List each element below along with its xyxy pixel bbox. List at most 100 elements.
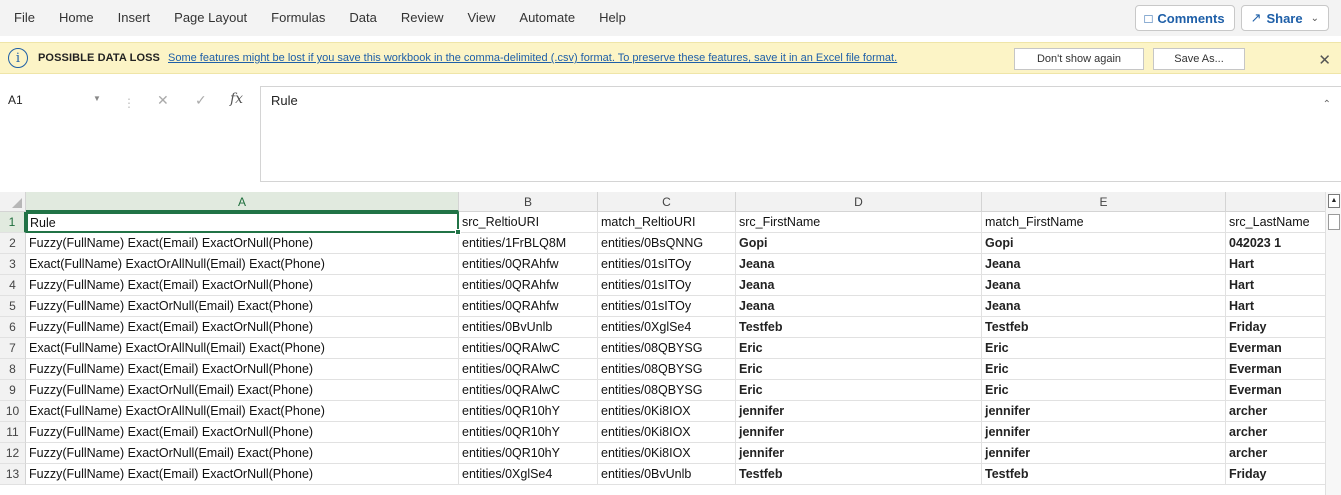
menu-formulas[interactable]: Formulas bbox=[259, 0, 337, 36]
table-cell[interactable]: Eric bbox=[982, 380, 1226, 401]
table-cell[interactable]: Jeana bbox=[736, 254, 982, 275]
table-cell[interactable]: 042023 1 bbox=[1226, 233, 1326, 254]
table-cell[interactable]: entities/0Ki8IOX bbox=[598, 443, 736, 464]
table-cell[interactable]: Everman bbox=[1226, 359, 1326, 380]
table-cell[interactable]: Jeana bbox=[982, 296, 1226, 317]
table-cell[interactable]: entities/0BvUnlb bbox=[459, 317, 598, 338]
message-link-text[interactable]: Some features might be lost if you save … bbox=[168, 52, 897, 64]
formula-input[interactable]: Rule ⌃ bbox=[260, 86, 1341, 182]
row-header[interactable]: 8 bbox=[0, 359, 26, 380]
table-cell[interactable]: Everman bbox=[1226, 380, 1326, 401]
table-cell[interactable]: entities/0QRAlwC bbox=[459, 338, 598, 359]
header-cell[interactable]: src_ReltioURI bbox=[459, 212, 598, 233]
table-cell[interactable]: Testfeb bbox=[736, 464, 982, 485]
table-cell[interactable]: Fuzzy(FullName) ExactOrNull(Email) Exact… bbox=[26, 380, 459, 401]
table-cell[interactable]: Gopi bbox=[736, 233, 982, 254]
table-cell[interactable]: Hart bbox=[1226, 275, 1326, 296]
table-cell[interactable]: entities/01sITOy bbox=[598, 254, 736, 275]
table-cell[interactable]: Testfeb bbox=[736, 317, 982, 338]
column-header-f[interactable] bbox=[1226, 192, 1326, 212]
table-cell[interactable]: Jeana bbox=[982, 275, 1226, 296]
table-cell[interactable]: Eric bbox=[736, 359, 982, 380]
row-header[interactable]: 3 bbox=[0, 254, 26, 275]
menu-data[interactable]: Data bbox=[337, 0, 388, 36]
vertical-scrollbar[interactable]: ▲ bbox=[1325, 192, 1341, 495]
row-header[interactable]: 12 bbox=[0, 443, 26, 464]
table-cell[interactable]: Everman bbox=[1226, 338, 1326, 359]
table-cell[interactable]: archer bbox=[1226, 401, 1326, 422]
column-header-c[interactable]: C bbox=[598, 192, 736, 212]
table-cell[interactable]: Fuzzy(FullName) ExactOrNull(Email) Exact… bbox=[26, 296, 459, 317]
table-cell[interactable]: jennifer bbox=[736, 443, 982, 464]
table-cell[interactable]: Jeana bbox=[982, 254, 1226, 275]
table-cell[interactable]: entities/1FrBLQ8M bbox=[459, 233, 598, 254]
table-cell[interactable]: Friday bbox=[1226, 317, 1326, 338]
row-header[interactable]: 2 bbox=[0, 233, 26, 254]
table-cell[interactable]: entities/0QR10hY bbox=[459, 443, 598, 464]
header-cell[interactable]: src_FirstName bbox=[736, 212, 982, 233]
share-button[interactable]: ↗ Share ⌄ bbox=[1240, 5, 1329, 31]
table-cell[interactable]: Fuzzy(FullName) Exact(Email) ExactOrNull… bbox=[26, 359, 459, 380]
table-cell[interactable]: jennifer bbox=[982, 401, 1226, 422]
header-cell[interactable]: match_ReltioURI bbox=[598, 212, 736, 233]
check-icon[interactable]: ✓ bbox=[195, 92, 207, 109]
table-cell[interactable]: Fuzzy(FullName) Exact(Email) ExactOrNull… bbox=[26, 317, 459, 338]
menu-page-layout[interactable]: Page Layout bbox=[162, 0, 259, 36]
column-header-a[interactable]: A bbox=[26, 192, 459, 212]
row-header[interactable]: 11 bbox=[0, 422, 26, 443]
table-cell[interactable]: jennifer bbox=[982, 443, 1226, 464]
table-cell[interactable]: entities/0QRAhfw bbox=[459, 254, 598, 275]
table-cell[interactable]: Hart bbox=[1226, 296, 1326, 317]
row-header[interactable]: 1 bbox=[0, 212, 26, 233]
row-header[interactable]: 7 bbox=[0, 338, 26, 359]
table-cell[interactable]: entities/0QRAlwC bbox=[459, 359, 598, 380]
select-all-button[interactable] bbox=[0, 192, 26, 212]
table-cell[interactable]: jennifer bbox=[982, 422, 1226, 443]
menu-view[interactable]: View bbox=[455, 0, 507, 36]
column-header-e[interactable]: E bbox=[982, 192, 1226, 212]
fill-handle[interactable] bbox=[455, 229, 461, 235]
header-cell[interactable]: match_FirstName bbox=[982, 212, 1226, 233]
header-cell[interactable]: Rule bbox=[26, 212, 459, 233]
table-cell[interactable]: Testfeb bbox=[982, 464, 1226, 485]
table-cell[interactable]: entities/08QBYSG bbox=[598, 380, 736, 401]
menu-review[interactable]: Review bbox=[389, 0, 456, 36]
table-cell[interactable]: Fuzzy(FullName) Exact(Email) ExactOrNull… bbox=[26, 233, 459, 254]
table-cell[interactable]: Friday bbox=[1226, 464, 1326, 485]
dont-show-again-button[interactable]: Don't show again bbox=[1014, 48, 1144, 70]
table-cell[interactable]: entities/0QRAhfw bbox=[459, 296, 598, 317]
comments-button[interactable]: □ Comments bbox=[1134, 5, 1235, 31]
cancel-icon[interactable]: ✕ bbox=[157, 92, 169, 109]
table-cell[interactable]: Fuzzy(FullName) Exact(Email) ExactOrNull… bbox=[26, 422, 459, 443]
table-cell[interactable]: entities/08QBYSG bbox=[598, 338, 736, 359]
table-cell[interactable]: entities/0Ki8IOX bbox=[598, 401, 736, 422]
menu-home[interactable]: Home bbox=[47, 0, 106, 36]
scroll-up-icon[interactable]: ▲ bbox=[1328, 194, 1340, 208]
close-icon[interactable]: ✕ bbox=[1318, 51, 1331, 69]
column-header-d[interactable]: D bbox=[736, 192, 982, 212]
table-cell[interactable]: Exact(FullName) ExactOrAllNull(Email) Ex… bbox=[26, 401, 459, 422]
table-cell[interactable]: Fuzzy(FullName) Exact(Email) ExactOrNull… bbox=[26, 275, 459, 296]
row-header[interactable]: 4 bbox=[0, 275, 26, 296]
table-cell[interactable]: entities/0QRAhfw bbox=[459, 275, 598, 296]
table-cell[interactable]: Eric bbox=[982, 359, 1226, 380]
table-cell[interactable]: entities/0BsQNNG bbox=[598, 233, 736, 254]
table-cell[interactable]: entities/0QRAlwC bbox=[459, 380, 598, 401]
table-cell[interactable]: entities/01sITOy bbox=[598, 275, 736, 296]
row-header[interactable]: 13 bbox=[0, 464, 26, 485]
save-as-button[interactable]: Save As... bbox=[1153, 48, 1245, 70]
table-cell[interactable]: Hart bbox=[1226, 254, 1326, 275]
table-cell[interactable]: Exact(FullName) ExactOrAllNull(Email) Ex… bbox=[26, 254, 459, 275]
name-box-dropdown-icon[interactable]: ▼ bbox=[93, 94, 101, 103]
row-header[interactable]: 5 bbox=[0, 296, 26, 317]
menu-help[interactable]: Help bbox=[587, 0, 638, 36]
row-header[interactable]: 10 bbox=[0, 401, 26, 422]
menu-insert[interactable]: Insert bbox=[106, 0, 163, 36]
table-cell[interactable]: archer bbox=[1226, 443, 1326, 464]
table-cell[interactable]: Gopi bbox=[982, 233, 1226, 254]
table-cell[interactable]: entities/01sITOy bbox=[598, 296, 736, 317]
menu-automate[interactable]: Automate bbox=[507, 0, 587, 36]
table-cell[interactable]: Fuzzy(FullName) Exact(Email) ExactOrNull… bbox=[26, 464, 459, 485]
table-cell[interactable]: entities/0QR10hY bbox=[459, 401, 598, 422]
column-header-b[interactable]: B bbox=[459, 192, 598, 212]
